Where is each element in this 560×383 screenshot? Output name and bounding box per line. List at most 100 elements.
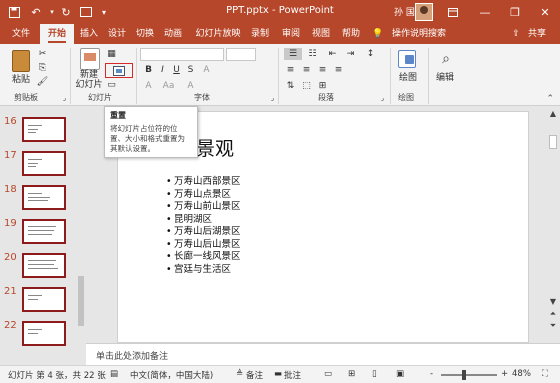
paste-icon[interactable] [12, 50, 30, 72]
tab-file[interactable]: 文件 [6, 24, 36, 44]
tab-design[interactable]: 设计 [104, 24, 130, 44]
thumbnail-scrollbar[interactable] [76, 110, 86, 342]
slide-thumbnail[interactable] [22, 253, 66, 278]
slide-thumbnail[interactable] [22, 287, 66, 312]
bullet-item: 长廊一线风景区 [166, 251, 241, 264]
tab-insert[interactable]: 插入 [76, 24, 102, 44]
notes-toggle[interactable]: 备注 [246, 369, 263, 381]
underline-button[interactable]: U [170, 64, 183, 76]
present-from-start-icon[interactable] [78, 4, 94, 20]
section-icon[interactable]: ▭ [105, 79, 118, 91]
editing-button[interactable]: 编辑 [430, 70, 460, 83]
tab-home[interactable]: 开始 [40, 24, 74, 44]
slide-sorter-icon[interactable]: ⊞ [348, 369, 355, 379]
font-size-dropdown[interactable] [226, 48, 256, 61]
bold-button[interactable]: B [142, 64, 155, 76]
scroll-down-icon[interactable]: ▼ [546, 297, 560, 306]
shadow-button[interactable]: S [184, 64, 197, 76]
collapse-ribbon-icon[interactable]: ⌃ [546, 94, 554, 104]
tab-view[interactable]: 视图 [308, 24, 334, 44]
notes-icon[interactable]: ≜ [236, 369, 243, 379]
change-case-button[interactable]: Aa [162, 80, 175, 92]
justify-button[interactable]: ≡ [332, 64, 345, 76]
cut-icon[interactable]: ✂ [36, 48, 49, 60]
decrease-indent-button[interactable]: ⇤ [326, 48, 339, 60]
zoom-slider-thumb[interactable] [462, 370, 466, 380]
previous-slide-icon[interactable]: ⏶ [546, 309, 560, 319]
highlight-color-button[interactable]: A [142, 80, 155, 92]
comments-icon[interactable]: ▬ [274, 369, 282, 379]
align-right-button[interactable]: ≡ [316, 64, 329, 76]
ribbon-home: 粘贴 ✂ ⎘ 🖌 剪贴板 ⌟ 新建 幻灯片 ▦ ▭ 幻灯片 B I U S A … [0, 44, 560, 106]
align-left-button[interactable]: ≡ [284, 64, 297, 76]
new-slide-icon[interactable] [80, 48, 100, 70]
paragraph-launcher-icon[interactable]: ⌟ [376, 92, 389, 104]
thumbnail-scroll-thumb[interactable] [78, 276, 84, 326]
font-color-button[interactable]: A [184, 80, 197, 92]
slide-thumbnail[interactable] [22, 185, 66, 210]
tab-slideshow[interactable]: 幻灯片放映 [192, 24, 244, 44]
comments-toggle[interactable]: 批注 [284, 369, 301, 381]
zoom-slider[interactable] [441, 374, 497, 376]
zoom-in-button[interactable]: + [501, 369, 508, 379]
slide-title[interactable]: 景观 [196, 134, 234, 161]
tab-transitions[interactable]: 切换 [132, 24, 158, 44]
language-indicator[interactable]: 中文(简体，中国大陆) [130, 369, 213, 381]
italic-button[interactable]: I [156, 64, 169, 76]
text-direction-icon[interactable]: ⇅ [284, 80, 297, 92]
numbering-button[interactable]: ☷ [306, 48, 319, 60]
share-button[interactable]: 共享 [524, 24, 550, 44]
slide-thumbnail[interactable] [22, 117, 66, 142]
fit-to-window-icon[interactable]: ⛶ [542, 369, 548, 379]
slide-thumbnail[interactable] [22, 151, 66, 176]
avatar[interactable] [415, 3, 433, 21]
notes-pane[interactable]: 单击此处添加备注 [86, 343, 560, 365]
zoom-out-button[interactable]: - [430, 369, 433, 379]
copy-icon[interactable]: ⎘ [36, 62, 49, 74]
slide-scroll-thumb[interactable] [549, 135, 557, 149]
align-text-icon[interactable]: ⬚ [300, 80, 313, 92]
reading-view-icon[interactable]: ▯ [372, 369, 377, 379]
status-bar: 幻灯片 第 4 张，共 22 张 ▤ 中文(简体，中国大陆) ≜ 备注 ▬ 批注… [0, 365, 560, 383]
slideshow-view-icon[interactable]: ▣ [396, 369, 404, 379]
next-slide-icon[interactable]: ⏷ [546, 321, 560, 331]
tab-record[interactable]: 录制 [248, 24, 272, 44]
bullet-item: 万寿山前山景区 [166, 201, 241, 214]
new-slide-button[interactable]: 新建 幻灯片 [74, 69, 104, 91]
redo-icon[interactable]: ↻ [58, 4, 74, 20]
strikethrough-button[interactable]: A [200, 64, 213, 76]
paste-button[interactable]: 粘贴 [8, 72, 34, 85]
align-center-button[interactable]: ≡ [300, 64, 313, 76]
line-spacing-button[interactable]: ↕ [364, 48, 377, 60]
zoom-level[interactable]: 48% [512, 369, 531, 379]
scroll-up-icon[interactable]: ▲ [546, 109, 560, 118]
layout-icon[interactable]: ▦ [105, 48, 118, 60]
increase-indent-button[interactable]: ⇥ [344, 48, 357, 60]
slide-bullet-list[interactable]: 万寿山西部景区 万寿山点景区 万寿山前山景区 昆明湖区 万寿山后湖景区 万寿山后… [166, 176, 241, 276]
minimize-icon[interactable]: — [472, 0, 498, 24]
slide-scrollbar[interactable]: ▲ ▼ ⏶ ⏷ [546, 107, 560, 343]
slide-thumbnail[interactable] [22, 219, 66, 244]
close-icon[interactable]: ✕ [532, 0, 558, 24]
format-painter-icon[interactable]: 🖌 [36, 76, 49, 88]
save-icon[interactable] [6, 4, 22, 20]
slide-thumbnail[interactable] [22, 321, 66, 346]
tell-me-search[interactable]: 操作说明搜索 [386, 24, 452, 44]
normal-view-icon[interactable]: ▭ [324, 369, 332, 379]
shapes-icon[interactable] [398, 50, 416, 68]
share-icon[interactable]: ⇪ [510, 24, 522, 44]
smartart-icon[interactable]: ⊞ [316, 80, 329, 92]
spellcheck-icon[interactable]: ▤ [110, 369, 118, 379]
tab-review[interactable]: 审阅 [278, 24, 304, 44]
customize-qat-icon[interactable]: ▾ [96, 4, 112, 20]
font-family-dropdown[interactable] [140, 48, 224, 61]
drawing-button[interactable]: 绘图 [394, 70, 422, 83]
bullets-button[interactable]: ☰ [284, 48, 302, 60]
tab-animations[interactable]: 动画 [160, 24, 186, 44]
restore-icon[interactable]: ❐ [502, 0, 528, 24]
find-icon[interactable]: ⌕ [438, 50, 454, 68]
undo-icon[interactable]: ↶ [28, 4, 44, 20]
ribbon-display-icon[interactable] [440, 0, 466, 24]
reset-icon[interactable] [105, 63, 133, 78]
tab-help[interactable]: 帮助 [338, 24, 364, 44]
